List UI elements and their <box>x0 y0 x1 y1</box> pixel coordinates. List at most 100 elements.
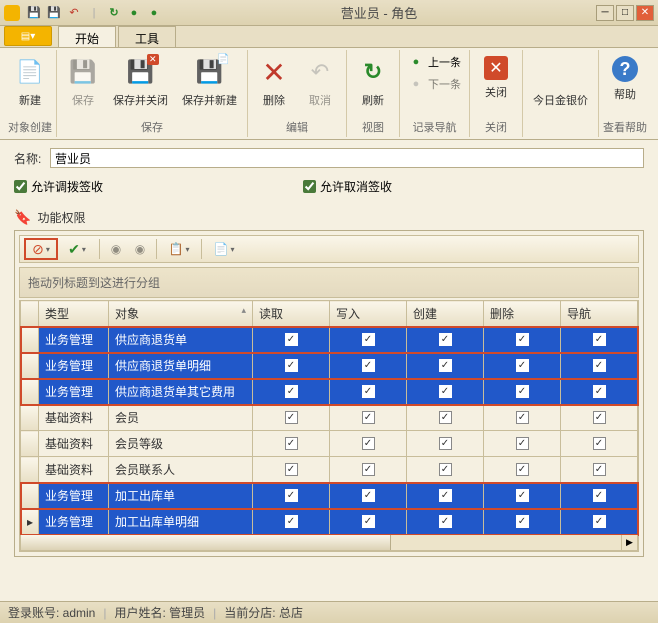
perm-checkbox[interactable]: ✓ <box>253 327 330 353</box>
copy-button[interactable]: 📋▾ <box>162 238 196 260</box>
status-user: 用户姓名: 管理员 <box>114 604 205 621</box>
perm-checkbox[interactable]: ✓ <box>330 327 407 353</box>
titlebar: 💾 💾 ↶ | ↻ ● ● 营业员 - 角色 ─ □ ✕ <box>0 0 658 26</box>
perm-checkbox[interactable]: ✓ <box>407 483 484 509</box>
perm-checkbox[interactable]: ✓ <box>330 379 407 405</box>
allow-transfer-checkbox[interactable]: 允许调拨签收 <box>14 178 103 195</box>
tab-tools[interactable]: 工具 <box>118 26 176 47</box>
allow-button[interactable]: ✔▾ <box>60 238 94 260</box>
perm-checkbox[interactable]: ✓ <box>561 327 638 353</box>
maximize-button[interactable]: □ <box>616 5 634 21</box>
perm-checkbox[interactable]: ✓ <box>407 457 484 483</box>
scroll-right-arrow[interactable]: ▶ <box>621 535 637 550</box>
perm-checkbox[interactable]: ✓ <box>407 353 484 379</box>
perm-checkbox[interactable]: ✓ <box>561 431 638 457</box>
minimize-button[interactable]: ─ <box>596 5 614 21</box>
qat-save-icon[interactable]: 💾 <box>26 5 42 21</box>
col-nav[interactable]: 导航 <box>561 301 638 327</box>
save-button[interactable]: 💾保存 <box>61 52 105 112</box>
perm-checkbox[interactable]: ✓ <box>330 405 407 431</box>
table-row[interactable]: 业务管理 供应商退货单其它费用 ✓✓✓✓✓ <box>21 379 638 405</box>
perm-checkbox[interactable]: ✓ <box>407 405 484 431</box>
table-row[interactable]: 业务管理 加工出库单 ✓✓✓✓✓ <box>21 483 638 509</box>
table-row[interactable]: 基础资料 会员联系人 ✓✓✓✓✓ <box>21 457 638 483</box>
perm-checkbox[interactable]: ✓ <box>407 509 484 535</box>
qat-saveclose-icon[interactable]: 💾 <box>46 5 62 21</box>
perm-checkbox[interactable]: ✓ <box>561 509 638 535</box>
table-row[interactable]: ▸ 业务管理 加工出库单明细 ✓✓✓✓✓ <box>21 509 638 535</box>
permissions-grid[interactable]: 类型 对象▴ 读取 写入 创建 删除 导航 业务管理 供应商退货单 ✓✓✓✓✓ … <box>19 300 639 552</box>
qat-prev-icon[interactable]: ● <box>126 5 142 21</box>
perm-checkbox[interactable]: ✓ <box>253 483 330 509</box>
perm-checkbox[interactable]: ✓ <box>561 405 638 431</box>
table-row[interactable]: 基础资料 会员等级 ✓✓✓✓✓ <box>21 431 638 457</box>
new-button[interactable]: 📄新建 <box>8 52 52 112</box>
cell-object: 会员联系人 <box>109 457 253 483</box>
delete-button[interactable]: ✕删除 <box>252 52 296 112</box>
scrollbar-thumb[interactable] <box>21 535 391 550</box>
perm-checkbox[interactable]: ✓ <box>484 379 561 405</box>
table-row[interactable]: 业务管理 供应商退货单 ✓✓✓✓✓ <box>21 327 638 353</box>
perm-checkbox[interactable]: ✓ <box>484 509 561 535</box>
perm-checkbox[interactable]: ✓ <box>484 405 561 431</box>
perm-checkbox[interactable]: ✓ <box>330 457 407 483</box>
tab-start[interactable]: 开始 <box>58 26 116 47</box>
gold-price-button[interactable]: 今日金银价 <box>527 52 594 112</box>
perm-checkbox[interactable]: ✓ <box>253 353 330 379</box>
horizontal-scrollbar[interactable]: ▶ <box>20 535 638 551</box>
help-button[interactable]: ?帮助 <box>603 52 647 106</box>
close-record-button[interactable]: ✕关闭 <box>474 52 518 104</box>
col-delete[interactable]: 删除 <box>484 301 561 327</box>
perm-checkbox[interactable]: ✓ <box>484 327 561 353</box>
table-row[interactable]: 业务管理 供应商退货单明细 ✓✓✓✓✓ <box>21 353 638 379</box>
perm-checkbox[interactable]: ✓ <box>484 457 561 483</box>
perm-checkbox[interactable]: ✓ <box>330 431 407 457</box>
perm-checkbox[interactable]: ✓ <box>253 431 330 457</box>
table-row[interactable]: 基础资料 会员 ✓✓✓✓✓ <box>21 405 638 431</box>
col-create[interactable]: 创建 <box>407 301 484 327</box>
perm-checkbox[interactable]: ✓ <box>330 509 407 535</box>
perm-checkbox[interactable]: ✓ <box>330 353 407 379</box>
prev-record-button[interactable]: ●上一条 <box>404 52 465 72</box>
perm-checkbox[interactable]: ✓ <box>407 379 484 405</box>
perm-checkbox[interactable]: ✓ <box>253 379 330 405</box>
perm-checkbox[interactable]: ✓ <box>407 431 484 457</box>
perm-checkbox[interactable]: ✓ <box>484 431 561 457</box>
perm-checkbox[interactable]: ✓ <box>407 327 484 353</box>
save-new-button[interactable]: 💾📄保存并新建 <box>176 52 243 112</box>
allow-cancel-sign-checkbox[interactable]: 允许取消签收 <box>303 178 392 195</box>
deny-button[interactable]: ⊘▾ <box>24 238 58 260</box>
col-write[interactable]: 写入 <box>330 301 407 327</box>
col-object[interactable]: 对象▴ <box>109 301 253 327</box>
qat-refresh-icon[interactable]: ↻ <box>106 5 122 21</box>
qat-undo-icon[interactable]: ↶ <box>66 5 82 21</box>
col-read[interactable]: 读取 <box>253 301 330 327</box>
perm-checkbox[interactable]: ✓ <box>561 353 638 379</box>
name-input[interactable] <box>50 148 644 168</box>
next-record-button[interactable]: ●下一条 <box>404 74 465 94</box>
col-indicator[interactable] <box>21 301 39 327</box>
perm-checkbox[interactable]: ✓ <box>561 457 638 483</box>
group-by-hint[interactable]: 拖动列标题到这进行分组 <box>19 267 639 298</box>
col-type[interactable]: 类型 <box>39 301 109 327</box>
save-close-button[interactable]: 💾✕保存并关闭 <box>107 52 174 112</box>
perm-checkbox[interactable]: ✓ <box>561 379 638 405</box>
nav-first-button[interactable]: ◉ <box>105 238 127 260</box>
perm-checkbox[interactable]: ✓ <box>484 353 561 379</box>
perm-checkbox[interactable]: ✓ <box>253 457 330 483</box>
perm-checkbox[interactable]: ✓ <box>330 483 407 509</box>
qat-next-icon[interactable]: ● <box>146 5 162 21</box>
perm-checkbox[interactable]: ✓ <box>253 405 330 431</box>
perm-checkbox[interactable]: ✓ <box>561 483 638 509</box>
perm-checkbox[interactable]: ✓ <box>484 483 561 509</box>
close-button[interactable]: ✕ <box>636 5 654 21</box>
group-recnav: 记录导航 <box>404 117 465 135</box>
export-button[interactable]: 📄▾ <box>207 238 241 260</box>
cancel-button[interactable]: ↶取消 <box>298 52 342 112</box>
perm-checkbox[interactable]: ✓ <box>253 509 330 535</box>
status-account: 登录账号: admin <box>8 604 95 621</box>
group-objcreate: 对象创建 <box>8 117 52 135</box>
nav-last-button[interactable]: ◉ <box>129 238 151 260</box>
refresh-button[interactable]: ↻刷新 <box>351 52 395 112</box>
app-menu-button[interactable]: ▤▾ <box>4 26 52 46</box>
